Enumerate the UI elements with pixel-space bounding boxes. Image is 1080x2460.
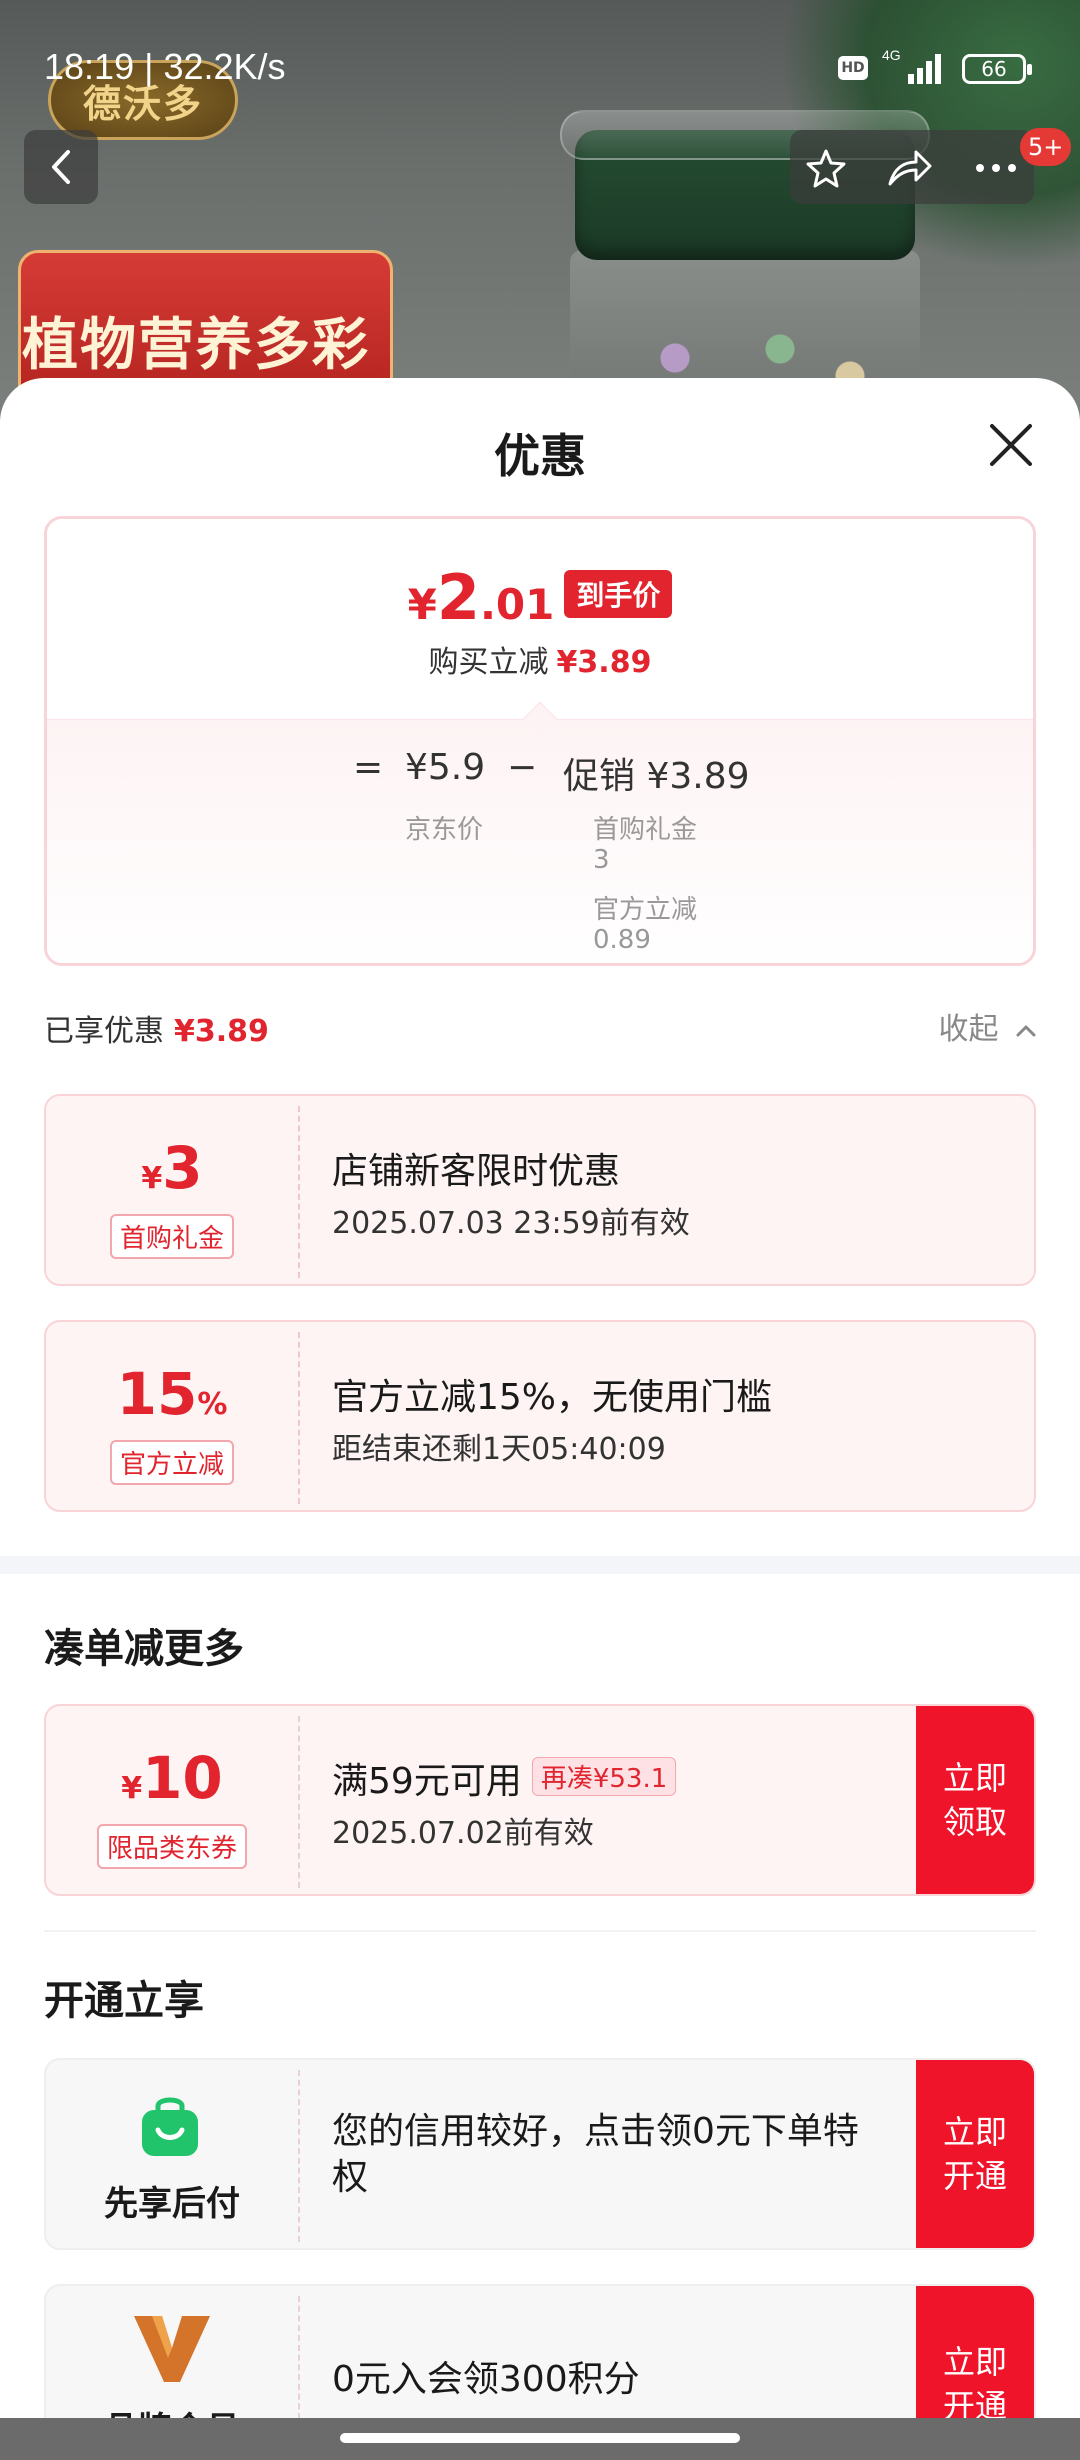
svg-text:4G: 4G: [882, 47, 901, 63]
more-icon[interactable]: [974, 148, 1018, 188]
coupon-value-block: 15% 官方立减: [46, 1322, 298, 1510]
instant-discount-value: ¥3.89: [556, 645, 652, 680]
coupon-validity: 2025.07.02前有效: [332, 1816, 594, 1851]
dashed-divider: [298, 1106, 300, 1278]
button-line: 开通: [942, 2157, 1007, 2195]
final-price: ¥2.01 到手价: [47, 561, 1033, 634]
open-pay-later-button[interactable]: 立即 开通: [916, 2060, 1034, 2248]
status-time: 18:19 | 32.2K/s: [44, 46, 286, 87]
promo-item-label: 官方立减: [593, 895, 698, 925]
final-price-tag: 到手价: [564, 570, 673, 618]
home-indicator[interactable]: [340, 2433, 740, 2443]
price-currency: ¥: [407, 580, 437, 629]
enjoyed-discount: 已享优惠 ¥3.89: [44, 1006, 269, 1050]
share-icon[interactable]: [886, 148, 934, 188]
section-title-more-discount: 凑单减更多: [44, 1626, 244, 1672]
dashed-divider: [298, 1332, 300, 1504]
price-breakdown-card: ¥2.01 到手价 购买立减 ¥3.89 = ¥5.9 京东价 − 促销 ¥3.89…: [44, 516, 1036, 966]
back-button[interactable]: [24, 130, 98, 204]
promo-item-label: 首购礼金: [593, 815, 698, 845]
jd-price-label: 京东价: [405, 815, 484, 845]
claim-coupon-button[interactable]: 立即 领取: [916, 1706, 1034, 1894]
battery-icon: 66: [962, 54, 1032, 84]
section-title-open-benefits: 开通立享: [44, 1978, 204, 2024]
coupon-title: 官方立减15%，无使用门槛: [332, 1377, 773, 1418]
promo-banner-text: 植物营养多彩: [22, 313, 370, 378]
button-line: 立即: [942, 1759, 1007, 1797]
coupon-card[interactable]: ¥3 首购礼金 店铺新客限时优惠 2025.07.03 23:59前有效: [44, 1094, 1036, 1286]
dashed-divider: [298, 2070, 300, 2242]
minus-sign: −: [507, 747, 538, 788]
coupon-amount: 15%: [46, 1360, 298, 1428]
pay-later-offer-line2: 权: [332, 2157, 369, 2198]
coupon-value-block: ¥3 首购礼金: [46, 1096, 298, 1284]
coupon-type-label: 官方立减: [109, 1440, 235, 1485]
instant-discount: 购买立减 ¥3.89: [47, 637, 1033, 681]
coupon-validity: 2025.07.03 23:59前有效: [332, 1206, 690, 1241]
brand-v-logo-icon: [134, 2316, 210, 2382]
button-line: 立即: [942, 2343, 1007, 2381]
dashed-divider: [298, 1716, 300, 1888]
jd-price: ¥5.9: [405, 747, 486, 788]
signal-icon: 4G: [882, 47, 941, 84]
add-more-tag: 再凑¥53.1: [531, 1757, 677, 1796]
store-coupon-card: ¥10 限品类东券 满59元可用 再凑¥53.1 2025.07.02前有效 立即…: [44, 1704, 1036, 1896]
coupon-number: 10: [142, 1744, 223, 1812]
pay-later-offer: 您的信用较好，点击领0元下单特: [332, 2111, 859, 2152]
currency-symbol: ¥: [141, 1161, 163, 1196]
collapse-toggle[interactable]: 收起: [938, 1004, 1038, 1048]
brand-member-offer: 0元入会领300积分: [332, 2359, 640, 2400]
coupon-value-block: ¥10 限品类东券: [46, 1706, 298, 1894]
coupon-number: 3: [162, 1134, 203, 1202]
chevron-up-icon: [1016, 1025, 1036, 1037]
button-line: 领取: [942, 1803, 1007, 1841]
coupon-card[interactable]: 15% 官方立减 官方立减15%，无使用门槛 距结束还剩1天05:40:09: [44, 1320, 1036, 1512]
divider: [44, 1930, 1036, 1932]
equals-sign: =: [353, 747, 384, 788]
pay-later-block: 先享后付: [46, 2060, 298, 2248]
coupon-type-label: 首购礼金: [109, 1214, 235, 1259]
coupon-countdown: 距结束还剩1天05:40:09: [332, 1432, 666, 1467]
enjoyed-label: 已享优惠: [44, 1014, 164, 1049]
coupon-title: 店铺新客限时优惠: [332, 1151, 621, 1192]
collapse-label: 收起: [938, 1012, 999, 1047]
hd-icon: HD: [838, 56, 868, 80]
enjoyed-value: ¥3.89: [174, 1014, 269, 1049]
coupon-condition-text: 满59元可用: [332, 1761, 522, 1802]
coupon-condition: 满59元可用 再凑¥53.1: [332, 1752, 677, 1804]
price-decimal: .01: [479, 580, 555, 629]
price-formula: [47, 719, 1033, 963]
coupon-amount: ¥3: [46, 1134, 298, 1202]
percent-symbol: %: [197, 1387, 228, 1422]
close-icon[interactable]: [986, 420, 1036, 470]
price-integer: 2: [436, 561, 480, 634]
promo-total: 促销 ¥3.89: [563, 756, 750, 797]
discount-sheet: 优惠 ¥2.01 到手价 购买立减 ¥3.89 = ¥5.9 京东价 − 促销 ¥3…: [0, 378, 1080, 2460]
section-separator: [0, 1556, 1080, 1574]
nav-actions: [790, 130, 1034, 204]
instant-discount-label: 购买立减: [428, 645, 549, 680]
coupon-number: 15: [116, 1360, 198, 1428]
promo-item-value: 0.89: [593, 925, 651, 955]
sheet-title: 优惠: [494, 429, 586, 483]
shopping-bag-icon: [142, 2097, 198, 2156]
star-icon[interactable]: [804, 148, 848, 188]
currency-symbol: ¥: [121, 1771, 143, 1806]
coupon-amount: ¥10: [46, 1744, 298, 1812]
price-summary: ¥2.01 到手价 购买立减 ¥3.89: [47, 519, 1033, 719]
message-badge: 5+: [1020, 128, 1072, 166]
chevron-left-icon: [52, 150, 70, 184]
button-line: 立即: [942, 2113, 1007, 2151]
pay-later-name: 先享后付: [104, 2184, 240, 2224]
status-bar: 18:19 | 32.2K/s HD 4G 66: [0, 0, 1080, 130]
coupon-type-label: 限品类东券: [96, 1824, 248, 1869]
promo-item-value: 3: [593, 845, 610, 875]
pay-later-card: 先享后付 您的信用较好，点击领0元下单特 权 立即 开通: [44, 2058, 1036, 2250]
